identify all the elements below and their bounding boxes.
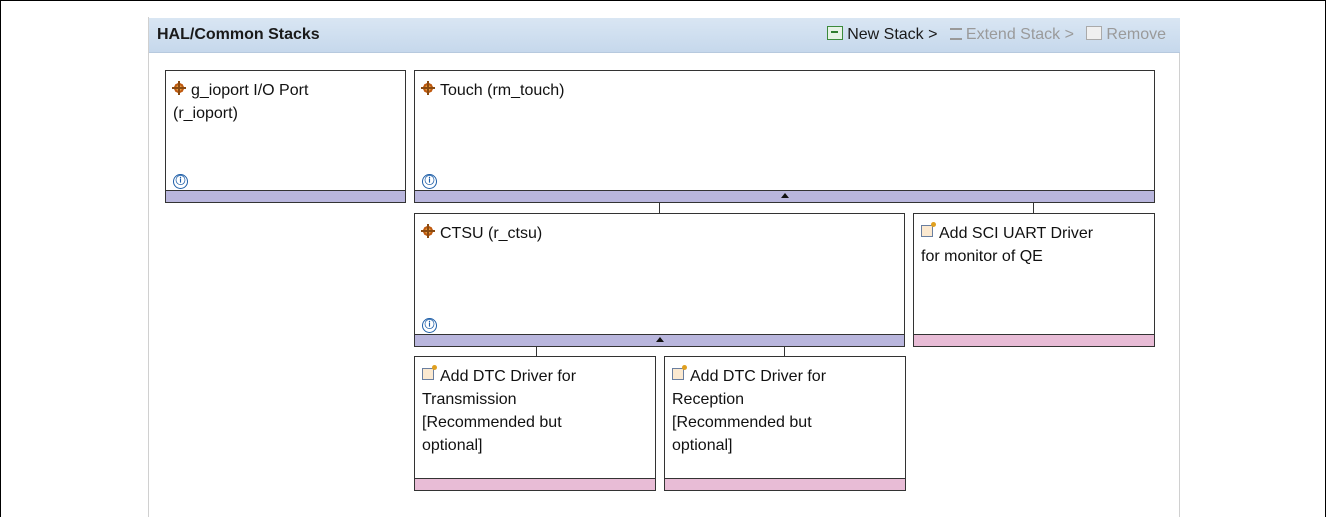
module-icon bbox=[421, 81, 435, 95]
stack-actions: New Stack > Extend Stack > Remove bbox=[819, 26, 1166, 44]
new-stack-icon bbox=[827, 26, 844, 40]
info-icon[interactable]: ⓘ bbox=[173, 174, 188, 189]
module-touch[interactable]: Touch (rm_touch) ⓘ bbox=[414, 70, 1155, 203]
frame-top-line bbox=[0, 0, 1326, 1]
new-stack-button[interactable]: New Stack > bbox=[827, 26, 937, 44]
stacks-title: HAL/Common Stacks bbox=[157, 26, 320, 43]
module-dtc-rx-bar bbox=[665, 478, 905, 490]
collapse-arrow-icon[interactable] bbox=[780, 193, 789, 198]
frame-left-line bbox=[0, 0, 1, 517]
stacks-header: HAL/Common Stacks New Stack > Extend Sta… bbox=[149, 18, 1180, 53]
remove-label: Remove bbox=[1106, 26, 1166, 43]
remove-icon bbox=[1086, 26, 1103, 40]
extend-stack-button[interactable]: Extend Stack > bbox=[949, 26, 1074, 44]
module-ctsu-label: CTSU (r_ctsu) bbox=[440, 225, 543, 242]
module-dtc-rx[interactable]: Add DTC Driver for Reception [Recommende… bbox=[664, 356, 906, 491]
module-icon bbox=[421, 224, 435, 238]
module-ctsu-bar[interactable] bbox=[415, 334, 904, 346]
module-sci-uart-label: Add SCI UART Driver for monitor of QE bbox=[921, 225, 1094, 265]
extend-stack-icon bbox=[949, 28, 962, 40]
module-dtc-rx-label: Add DTC Driver for Reception [Recommende… bbox=[672, 368, 827, 454]
extend-stack-label: Extend Stack > bbox=[965, 26, 1074, 43]
module-touch-bar[interactable] bbox=[415, 190, 1154, 202]
collapse-arrow-icon[interactable] bbox=[655, 337, 664, 342]
info-icon[interactable]: ⓘ bbox=[422, 318, 437, 333]
new-stack-label: New Stack > bbox=[847, 26, 938, 43]
add-module-icon bbox=[672, 365, 687, 380]
module-dtc-tx-label: Add DTC Driver for Transmission [Recomme… bbox=[422, 368, 577, 454]
panel-border-right bbox=[1179, 52, 1180, 517]
module-ioport-label: g_ioport I/O Port (r_ioport) bbox=[173, 82, 309, 122]
module-touch-label: Touch (rm_touch) bbox=[440, 82, 565, 99]
module-sci-uart[interactable]: Add SCI UART Driver for monitor of QE bbox=[913, 213, 1155, 347]
module-ctsu[interactable]: CTSU (r_ctsu) ⓘ bbox=[414, 213, 905, 347]
module-ioport[interactable]: g_ioport I/O Port (r_ioport) ⓘ bbox=[165, 70, 406, 203]
module-ioport-bar bbox=[166, 190, 405, 202]
add-module-icon bbox=[921, 222, 936, 237]
add-module-icon bbox=[422, 365, 437, 380]
module-sci-uart-bar bbox=[914, 334, 1154, 346]
panel-border-left bbox=[148, 17, 149, 517]
remove-button[interactable]: Remove bbox=[1086, 26, 1166, 44]
info-icon[interactable]: ⓘ bbox=[422, 174, 437, 189]
module-dtc-tx-bar bbox=[415, 478, 655, 490]
module-dtc-tx[interactable]: Add DTC Driver for Transmission [Recomme… bbox=[414, 356, 656, 491]
module-icon bbox=[172, 81, 186, 95]
